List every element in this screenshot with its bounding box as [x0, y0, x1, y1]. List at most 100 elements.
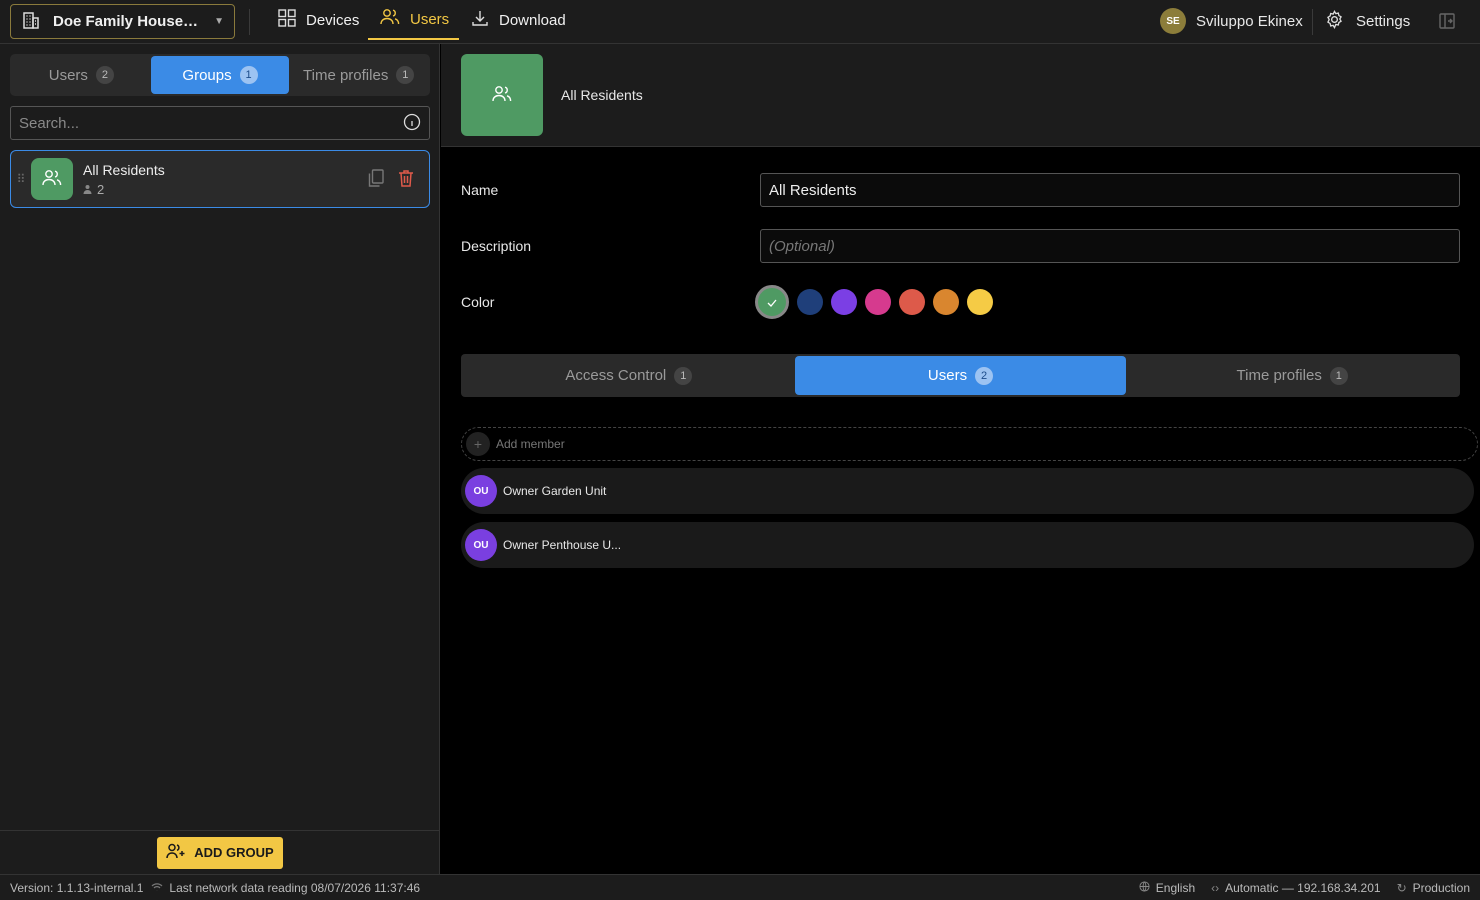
- count-badge: 1: [239, 66, 258, 84]
- name-field[interactable]: All Residents: [760, 173, 1460, 207]
- project-selector[interactable]: Doe Family House Pro... ▼: [10, 4, 235, 39]
- color-row: Color: [461, 285, 1460, 319]
- globe-icon: [1139, 880, 1150, 895]
- color-swatch[interactable]: [865, 289, 891, 315]
- color-swatch[interactable]: [797, 289, 823, 315]
- plus-icon: +: [466, 432, 490, 456]
- tab-time-profiles[interactable]: Time profiles 1: [1126, 356, 1458, 395]
- user-menu[interactable]: SE Sviluppo Ekinex: [1160, 8, 1303, 34]
- nav-download-label: Download: [499, 11, 566, 29]
- color-swatch[interactable]: [899, 289, 925, 315]
- download-icon: [471, 9, 489, 31]
- project-name: Doe Family House Pro...: [53, 13, 202, 30]
- count-badge: 2: [975, 366, 994, 385]
- detail-tabs: Access Control 1 Users 2 Time profiles 1: [461, 354, 1460, 397]
- member-name: Owner Garden Unit: [503, 484, 607, 498]
- nav-devices[interactable]: Devices: [278, 0, 359, 40]
- version-text: Version: 1.1.13-internal.1: [10, 880, 144, 895]
- color-swatch[interactable]: [933, 289, 959, 315]
- nav-devices-label: Devices: [306, 11, 360, 29]
- add-member-button[interactable]: + Add member: [461, 427, 1478, 461]
- settings-label: Settings: [1356, 13, 1411, 30]
- environment-status[interactable]: ↻ Production: [1397, 881, 1470, 895]
- color-swatch[interactable]: [831, 289, 857, 315]
- tab-label: Users: [927, 367, 968, 384]
- gear-icon: [1325, 10, 1344, 33]
- count-badge: 1: [674, 366, 693, 385]
- connection-label: Automatic — 192.168.34.201: [1225, 880, 1381, 895]
- sidebar-tabs: Users 2 Groups 1 Time profiles 1: [10, 54, 430, 96]
- nav-users[interactable]: Users: [368, 0, 460, 40]
- info-icon[interactable]: [403, 113, 421, 134]
- tab-access-control[interactable]: Access Control 1: [463, 356, 795, 395]
- trash-icon: [398, 169, 414, 190]
- sidebar-footer: ADD GROUP: [0, 830, 440, 874]
- tab-users[interactable]: Users 2: [12, 56, 151, 94]
- tab-time-profiles[interactable]: Time profiles 1: [289, 56, 428, 94]
- group-item[interactable]: ⠿ All Residents 2: [10, 150, 430, 208]
- member-name: Owner Penthouse U...: [503, 538, 622, 552]
- users-icon: [42, 169, 62, 190]
- group-avatar-large[interactable]: [461, 54, 543, 136]
- name-label: Name: [461, 182, 499, 198]
- member-row[interactable]: OU Owner Penthouse U...: [461, 522, 1474, 568]
- color-swatch[interactable]: [755, 285, 789, 319]
- group-detail: All Residents Name All Residents Descrip…: [441, 44, 1480, 874]
- member-count: 2: [97, 181, 105, 197]
- divider: [249, 9, 250, 35]
- tab-label: Time profiles: [303, 66, 389, 84]
- users-icon: [380, 8, 400, 30]
- refresh-icon: ↻: [1396, 880, 1407, 895]
- delete-button[interactable]: [391, 164, 421, 194]
- tab-label: Time profiles: [1236, 367, 1322, 384]
- environment-label: Production: [1412, 880, 1470, 895]
- duplicate-button[interactable]: [361, 164, 391, 194]
- count-badge: 1: [396, 66, 415, 84]
- member-row[interactable]: OU Owner Garden Unit: [461, 468, 1474, 514]
- tab-label: Groups: [182, 66, 232, 84]
- sidebar: Users 2 Groups 1 Time profiles 1 ⠿: [0, 44, 440, 874]
- search-box: [10, 106, 430, 140]
- code-icon: ‹›: [1211, 880, 1220, 895]
- language-selector[interactable]: English: [1139, 881, 1195, 895]
- users-icon: [492, 85, 512, 106]
- avatar: SE: [1160, 8, 1186, 34]
- connection-status[interactable]: ‹› Automatic — 192.168.34.201: [1211, 881, 1380, 895]
- divider: [1312, 9, 1313, 35]
- last-reading-text: Last network data reading 08/07/2026 11:…: [169, 880, 421, 895]
- grid-icon: [278, 9, 296, 31]
- group-title: All Residents: [83, 161, 165, 178]
- avatar: OU: [465, 529, 497, 561]
- settings-button[interactable]: Settings: [1325, 10, 1410, 33]
- search-input[interactable]: [19, 114, 403, 132]
- tab-groups[interactable]: Groups 1: [150, 56, 290, 94]
- person-icon: [83, 182, 92, 197]
- color-swatch[interactable]: [967, 289, 993, 315]
- add-group-button[interactable]: ADD GROUP: [157, 836, 283, 869]
- nav-download[interactable]: Download: [471, 0, 566, 40]
- name-row: Name All Residents: [461, 173, 1460, 207]
- status-bar: Version: 1.1.13-internal.1 Last network …: [0, 874, 1480, 900]
- add-member-label: Add member: [496, 437, 565, 451]
- check-icon: [767, 294, 777, 310]
- avatar: OU: [465, 475, 497, 507]
- tab-users[interactable]: Users 2: [794, 356, 1127, 395]
- chevron-down-icon: ▼: [214, 16, 224, 27]
- tab-label: Users: [48, 66, 88, 84]
- detail-header: All Residents: [441, 44, 1480, 147]
- color-label: Color: [461, 294, 495, 310]
- top-bar: Doe Family House Pro... ▼ Devices Users …: [0, 0, 1480, 44]
- page-title: All Residents: [561, 87, 643, 103]
- nav-users-label: Users: [410, 10, 450, 28]
- network-icon: [151, 881, 163, 895]
- drag-handle-icon[interactable]: ⠿: [11, 172, 31, 186]
- group-avatar: [31, 158, 73, 200]
- description-field[interactable]: (Optional): [760, 229, 1460, 263]
- logout-icon[interactable]: [1438, 12, 1456, 33]
- description-row: Description (Optional): [461, 229, 1460, 263]
- tab-label: Access Control: [565, 367, 667, 384]
- language-label: English: [1155, 880, 1196, 895]
- description-label: Description: [461, 238, 532, 254]
- add-user-icon: [166, 843, 186, 862]
- count-badge: 1: [1329, 366, 1348, 385]
